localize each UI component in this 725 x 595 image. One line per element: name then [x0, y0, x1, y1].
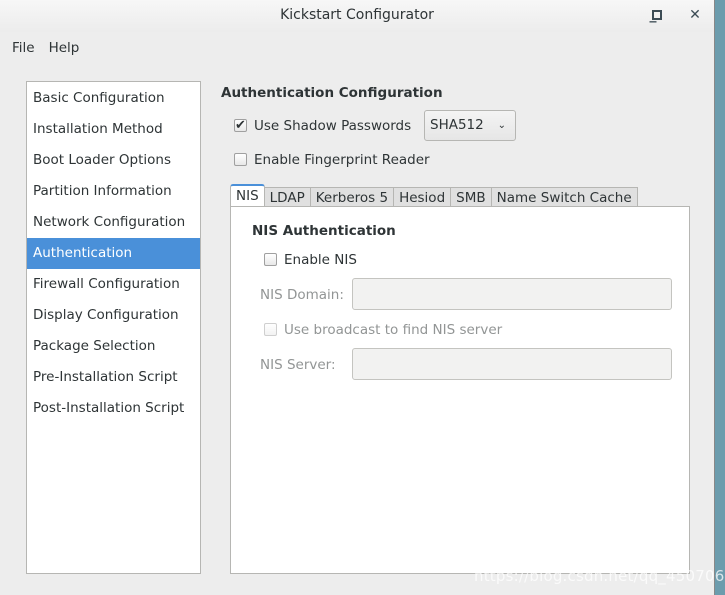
- broadcast-checkbox[interactable]: [264, 323, 277, 336]
- title-bar: Kickstart Configurator _ ✕: [0, 0, 714, 32]
- sidebar-item-package-selection[interactable]: Package Selection: [27, 331, 200, 362]
- sidebar-item-pre-installation-script[interactable]: Pre-Installation Script: [27, 362, 200, 393]
- nis-heading: NIS Authentication: [252, 223, 396, 239]
- app-window: Kickstart Configurator _ ✕ File Help Bas…: [0, 0, 715, 595]
- close-icon[interactable]: ✕: [688, 8, 702, 22]
- sidebar-item-firewall-configuration[interactable]: Firewall Configuration: [27, 269, 200, 300]
- nis-server-input[interactable]: [352, 348, 672, 380]
- sidebar-item-boot-loader-options[interactable]: Boot Loader Options: [27, 145, 200, 176]
- section-title: Authentication Configuration: [221, 85, 443, 101]
- sidebar-item-authentication[interactable]: Authentication: [27, 238, 200, 269]
- broadcast-label: Use broadcast to find NIS server: [284, 322, 503, 338]
- menu-file[interactable]: File: [12, 40, 35, 56]
- nis-server-label: NIS Server:: [260, 357, 336, 373]
- watermark: https://blog.csdn.net/qq_45070641: [474, 567, 725, 585]
- sidebar-item-network-configuration[interactable]: Network Configuration: [27, 207, 200, 238]
- hash-value: SHA512: [430, 117, 484, 133]
- menu-bar: File Help: [12, 40, 79, 56]
- maximize-icon[interactable]: [652, 10, 662, 20]
- nis-domain-label: NIS Domain:: [260, 287, 344, 303]
- menu-help[interactable]: Help: [49, 40, 80, 56]
- enable-nis-checkbox[interactable]: [264, 253, 277, 266]
- fingerprint-checkbox[interactable]: [234, 153, 247, 166]
- sidebar: Basic Configuration Installation Method …: [26, 81, 201, 574]
- shadow-passwords-label: Use Shadow Passwords: [254, 118, 412, 134]
- fingerprint-label: Enable Fingerprint Reader: [254, 152, 430, 168]
- nis-panel: NIS Authentication Enable NIS NIS Domain…: [230, 206, 690, 574]
- sidebar-item-post-installation-script[interactable]: Post-Installation Script: [27, 393, 200, 424]
- enable-nis-label: Enable NIS: [284, 252, 357, 268]
- sidebar-item-display-configuration[interactable]: Display Configuration: [27, 300, 200, 331]
- chevron-down-icon: ⌄: [497, 120, 506, 131]
- window-title: Kickstart Configurator: [280, 7, 434, 23]
- shadow-passwords-checkbox[interactable]: ✔: [234, 119, 247, 132]
- hash-algorithm-select[interactable]: SHA512 ⌄: [424, 110, 516, 141]
- sidebar-item-installation-method[interactable]: Installation Method: [27, 114, 200, 145]
- sidebar-item-basic-configuration[interactable]: Basic Configuration: [27, 83, 200, 114]
- sidebar-item-partition-information[interactable]: Partition Information: [27, 176, 200, 207]
- nis-domain-input[interactable]: [352, 278, 672, 310]
